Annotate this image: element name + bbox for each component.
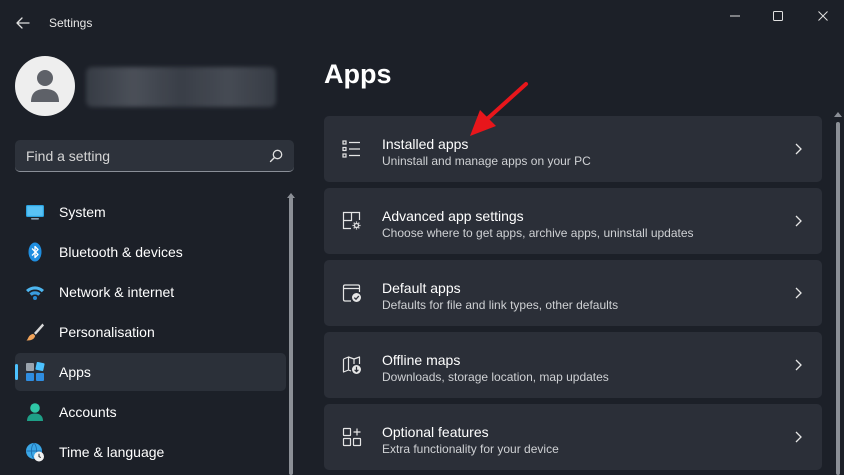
chevron-right-icon: [795, 431, 802, 443]
avatar[interactable]: [15, 56, 75, 116]
sidebar-item-label: Network & internet: [59, 284, 175, 300]
card-installed-apps[interactable]: Installed apps Uninstall and manage apps…: [324, 116, 822, 182]
search-icon[interactable]: [269, 149, 283, 163]
list-icon: [342, 140, 360, 158]
chevron-right-icon: [795, 215, 802, 227]
sidebar-item-apps[interactable]: Apps: [15, 353, 286, 391]
sidebar-scrollbar[interactable]: [289, 197, 293, 475]
default-app-check-icon: [342, 284, 361, 302]
wifi-icon: [26, 286, 44, 300]
annotation-arrow-icon: [470, 82, 528, 136]
app-gear-icon: [342, 211, 361, 230]
sidebar-nav: System Bluetooth & devices Network & int…: [15, 193, 286, 473]
maximize-icon: [773, 11, 783, 21]
globe-clock-icon: [26, 442, 44, 462]
card-description: Extra functionality for your device: [382, 442, 559, 456]
close-icon: [818, 11, 828, 21]
add-features-icon: [342, 427, 362, 447]
back-button[interactable]: [10, 10, 36, 36]
maximize-button[interactable]: [761, 4, 795, 28]
card-advanced-app-settings[interactable]: Advanced app settings Choose where to ge…: [324, 188, 822, 254]
blurred-account-name: [86, 67, 276, 107]
minimize-icon: [730, 15, 740, 17]
search-input[interactable]: [15, 140, 255, 171]
settings-card-list: Installed apps Uninstall and manage apps…: [324, 116, 822, 475]
card-title: Advanced app settings: [382, 208, 524, 224]
card-description: Choose where to get apps, archive apps, …: [382, 226, 694, 240]
sidebar-item-label: Accounts: [59, 404, 117, 420]
card-description: Uninstall and manage apps on your PC: [382, 154, 591, 168]
chevron-right-icon: [795, 359, 802, 371]
minimize-button[interactable]: [718, 4, 752, 28]
sidebar-item-label: Personalisation: [59, 324, 155, 340]
search-box[interactable]: [15, 140, 294, 172]
brush-icon: [26, 323, 44, 341]
back-arrow-icon: [16, 17, 30, 29]
card-optional-features[interactable]: Optional features Extra functionality fo…: [324, 404, 822, 470]
map-download-icon: [342, 356, 361, 374]
card-offline-maps[interactable]: Offline maps Downloads, storage location…: [324, 332, 822, 398]
card-description: Defaults for file and link types, other …: [382, 298, 619, 312]
card-title: Installed apps: [382, 136, 469, 152]
sidebar-item-label: System: [59, 204, 106, 220]
person-icon: [27, 403, 43, 421]
monitor-icon: [26, 205, 44, 220]
close-button[interactable]: [806, 4, 840, 28]
sidebar-item-network[interactable]: Network & internet: [15, 273, 286, 311]
sidebar-item-accounts[interactable]: Accounts: [15, 393, 286, 431]
sidebar-item-label: Bluetooth & devices: [59, 244, 183, 260]
title-bar: Settings: [0, 0, 844, 46]
sidebar-item-label: Time & language: [59, 444, 165, 460]
card-title: Offline maps: [382, 352, 461, 368]
sidebar-item-bluetooth[interactable]: Bluetooth & devices: [15, 233, 286, 271]
card-default-apps[interactable]: Default apps Defaults for file and link …: [324, 260, 822, 326]
chevron-right-icon: [795, 287, 802, 299]
main-scroll-up-arrow[interactable]: [834, 112, 842, 117]
sidebar-item-label: Apps: [59, 364, 91, 380]
card-description: Downloads, storage location, map updates: [382, 370, 609, 384]
sidebar-item-time-language[interactable]: Time & language: [15, 433, 286, 471]
user-silhouette-icon: [31, 70, 59, 102]
card-title: Optional features: [382, 424, 489, 440]
sidebar-item-personalisation[interactable]: Personalisation: [15, 313, 286, 351]
chevron-right-icon: [795, 143, 802, 155]
window-title: Settings: [49, 16, 93, 30]
apps-icon: [26, 362, 45, 381]
bluetooth-icon: [28, 242, 42, 262]
main-scrollbar[interactable]: [836, 122, 840, 475]
sidebar-item-system[interactable]: System: [15, 193, 286, 231]
page-title: Apps: [324, 59, 392, 89]
card-title: Default apps: [382, 280, 461, 296]
